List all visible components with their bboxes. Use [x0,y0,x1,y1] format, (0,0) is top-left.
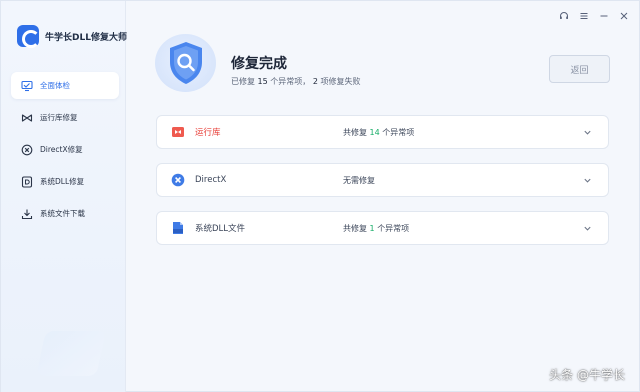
dll-icon [171,221,185,235]
failed-count: 2 [312,77,318,86]
status-count: 1 [369,223,375,233]
app-logo-icon [17,25,40,48]
shield-search-icon [155,34,216,92]
support-headset-icon[interactable] [558,10,569,21]
sidebar-decoration [36,331,106,376]
minimize-icon[interactable] [598,10,609,21]
result-card-runtime[interactable]: 运行库 共修复 14 个异常项 [156,115,609,149]
sidebar-item-runtime-repair[interactable]: 运行库修复 [11,104,119,131]
main-panel: 修复完成 已修复 15 个异常项， 2 项修复失败 返回 运行库 共修复 14 … [127,1,640,392]
result-card-directx[interactable]: DirectX 无需修复 [156,163,609,197]
brand: 牛学长DLL修复大师 [17,25,127,48]
result-status: 无需修复 [343,175,375,186]
sidebar: 牛学长DLL修复大师 全面体检 运行库修复 DirectX修复 系统DLL修复 … [1,1,127,392]
summary-suffix: 项修复失败 [320,77,361,86]
directx-icon [171,173,185,187]
summary-mid: 个异常项， [270,77,311,86]
back-button[interactable]: 返回 [549,55,610,83]
status-prefix: 共修复 [343,223,367,233]
sidebar-item-system-file-download[interactable]: 系统文件下载 [11,200,119,227]
sidebar-item-label: DirectX修复 [40,145,83,154]
status-prefix: 无需修复 [343,175,375,185]
summary-prefix: 已修复 [231,77,255,86]
dll-file-icon [21,175,33,188]
sidebar-item-system-dll-repair[interactable]: 系统DLL修复 [11,168,119,195]
chevron-down-icon[interactable] [582,223,592,233]
sidebar-nav: 全面体检 运行库修复 DirectX修复 系统DLL修复 系统文件下载 [11,72,119,232]
menu-icon[interactable] [578,10,589,21]
repair-summary: 已修复 15 个异常项， 2 项修复失败 [231,76,360,87]
sidebar-item-directx-repair[interactable]: DirectX修复 [11,136,119,163]
sidebar-item-label: 系统DLL修复 [40,177,85,186]
monitor-check-icon [21,80,33,92]
result-status: 共修复 14 个异常项 [343,127,414,138]
status-suffix: 个异常项 [382,127,415,137]
close-icon[interactable] [618,10,629,21]
sidebar-item-full-checkup[interactable]: 全面体检 [11,72,119,99]
x-circle-icon [21,144,33,156]
result-name: 系统DLL文件 [195,224,246,234]
window-controls [558,10,629,21]
status-suffix: 个异常项 [377,223,410,233]
result-card-system-dll[interactable]: 系统DLL文件 共修复 1 个异常项 [156,211,609,245]
watermark: 头条 @牛学长 [549,368,625,382]
chevron-down-icon[interactable] [582,175,592,185]
sidebar-item-label: 系统文件下载 [40,209,85,218]
sidebar-item-label: 全面体检 [40,81,70,90]
result-name: DirectX [195,175,227,185]
bowtie-icon [21,112,33,124]
app-name: 牛学长DLL修复大师 [45,32,127,43]
status-prefix: 共修复 [343,127,367,137]
chevron-down-icon[interactable] [582,127,592,137]
result-name: 运行库 [195,128,221,138]
fixed-count: 15 [257,77,268,86]
page-title: 修复完成 [231,56,287,72]
download-icon [21,208,33,220]
result-status: 共修复 1 个异常项 [343,223,409,234]
runtime-icon [171,125,185,139]
app-window: 牛学长DLL修复大师 全面体检 运行库修复 DirectX修复 系统DLL修复 … [0,0,640,392]
sidebar-item-label: 运行库修复 [40,113,78,122]
status-count: 14 [369,127,380,137]
